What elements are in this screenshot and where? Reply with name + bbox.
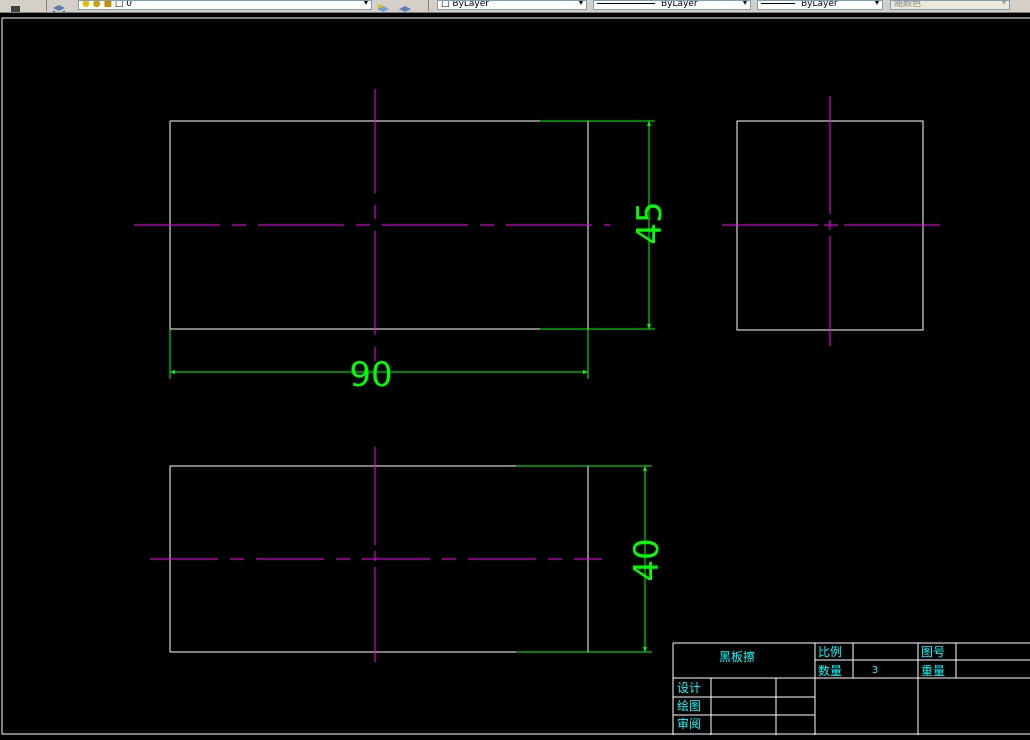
plotstyle-value: 随颜色 (894, 0, 922, 9)
toolbar-separator (428, 0, 429, 11)
lineweight-preview (761, 3, 795, 4)
lineweight-select[interactable]: ByLayer ▼ (757, 0, 883, 10)
drawing-area[interactable]: 90 45 40 黑板擦 比例 图号 数量 3 重量 设计 绘图 审阅 (0, 13, 1030, 740)
sun-icon: ● (92, 0, 101, 9)
chevron-down-icon[interactable]: ▼ (874, 1, 880, 6)
properties-toolbar: ● ● ■ □ 0 ▼ □ ByLayer ▼ ByLayer ▼ ByLaye… (0, 0, 1030, 13)
quantity-label: 数量 (818, 663, 842, 678)
viewport-border (1, 17, 1030, 735)
linetype-select[interactable]: ByLayer ▼ (593, 0, 751, 10)
review-label: 审阅 (677, 716, 701, 731)
linetype-value: ByLayer (661, 0, 698, 9)
dim-40-text: 40 (627, 538, 667, 581)
layer-manager-icon[interactable] (52, 0, 66, 12)
chevron-down-icon[interactable]: ▼ (363, 1, 369, 6)
chevron-down-icon[interactable]: ▼ (578, 1, 584, 6)
front-view: 90 45 (134, 89, 670, 395)
top-view: 40 (150, 447, 667, 662)
layer-previous-icon[interactable] (398, 0, 411, 12)
drafting-label: 绘图 (677, 698, 701, 713)
dim-90-text: 90 (349, 355, 392, 395)
dim-45-text: 45 (630, 201, 670, 244)
design-label: 设计 (677, 681, 701, 695)
make-current-layer-icon[interactable] (376, 0, 389, 12)
layer-select[interactable]: ● ● ■ □ 0 ▼ (78, 0, 372, 10)
lightbulb-icon: ● (82, 0, 90, 9)
color-select[interactable]: □ ByLayer ▼ (437, 0, 587, 10)
part-name: 黑板擦 (719, 650, 755, 664)
lineweight-value: ByLayer (801, 0, 838, 9)
toolbar-separator (46, 0, 47, 11)
layer-name: 0 (126, 0, 132, 9)
weight-label: 重量 (921, 664, 945, 678)
quantity-value: 3 (872, 665, 878, 676)
lock-icon: ■ (103, 0, 112, 9)
scale-label: 比例 (818, 645, 842, 659)
side-view (722, 96, 946, 346)
color-swatch: □ (441, 0, 450, 9)
layer-color-swatch: □ (114, 0, 124, 9)
color-value: ByLayer (452, 0, 489, 9)
chevron-down-icon[interactable]: ▼ (742, 1, 748, 6)
chevron-down-icon: ▼ (1000, 0, 1007, 6)
title-block-texts: 黑板擦 比例 图号 数量 3 重量 设计 绘图 审阅 (677, 645, 945, 731)
linetype-preview (597, 3, 655, 4)
drawing-no-label: 图号 (921, 645, 945, 659)
plotstyle-select[interactable]: 随颜色 ▼ (890, 0, 1010, 10)
layer-state-icon[interactable] (10, 0, 22, 12)
drawing-canvas[interactable]: 90 45 40 黑板擦 比例 图号 数量 3 重量 设计 绘图 审阅 (0, 13, 1030, 740)
